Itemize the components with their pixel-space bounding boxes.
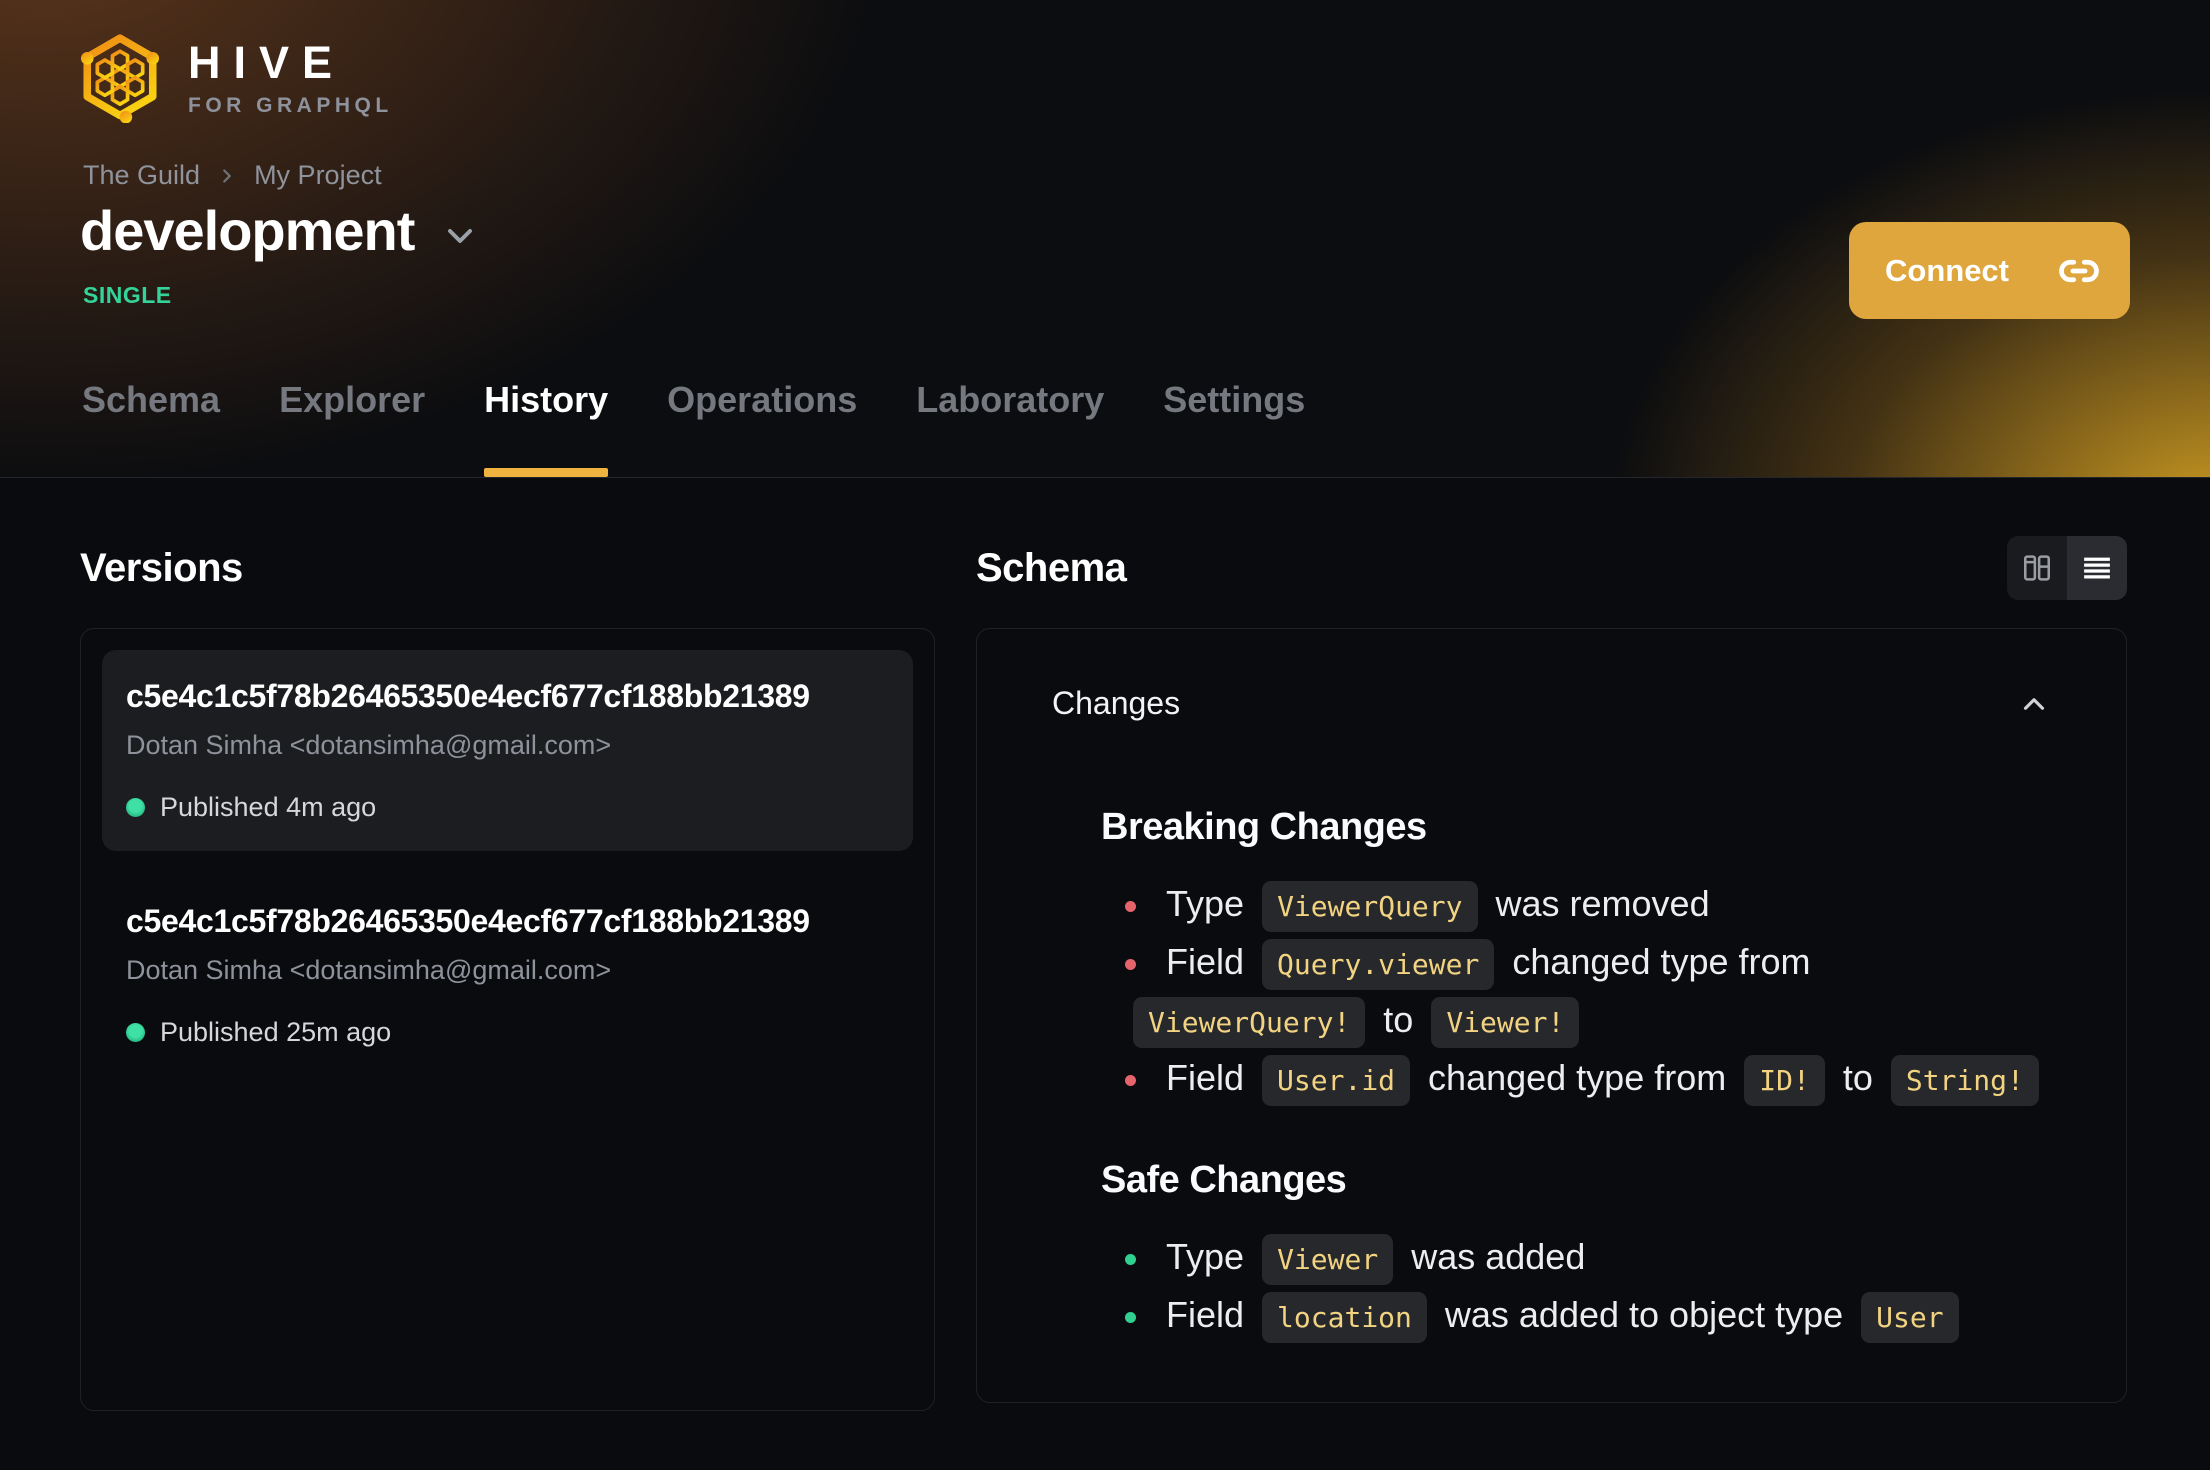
list-view-button[interactable] — [2067, 536, 2127, 600]
tab-explorer[interactable]: Explorer — [279, 379, 425, 477]
change-item: Field location was added to object type … — [1125, 1286, 2051, 1344]
change-text: changed type from — [1418, 1057, 1737, 1098]
brand-tagline: FOR GRAPHQL — [188, 93, 393, 117]
change-text: to — [1373, 999, 1424, 1040]
code-chip: Viewer — [1262, 1234, 1394, 1285]
tab-operations[interactable]: Operations — [667, 379, 857, 477]
change-item: Field User.id changed type from ID! to S… — [1125, 1049, 2051, 1107]
list-icon — [2084, 557, 2110, 579]
safe-change-list: Type Viewer was added Field location was … — [1125, 1228, 2051, 1344]
versions-heading: Versions — [80, 545, 243, 590]
columns-view-button[interactable] — [2007, 536, 2067, 600]
connect-button-label: Connect — [1885, 252, 2009, 288]
versions-column: Versions c5e4c1c5f78b26465350e4ecf677cf1… — [80, 536, 935, 1411]
connect-button[interactable]: Connect — [1849, 222, 2130, 319]
schema-view-toggle — [2007, 536, 2127, 600]
changes-section-heading: Safe Changes — [1101, 1159, 1347, 1201]
schema-changes-card: Changes Breaking Changes Type ViewerQuery… — [976, 628, 2127, 1403]
code-chip: User — [1861, 1292, 1959, 1343]
published-status-dot-icon — [126, 1023, 145, 1042]
hive-history-page: HIVE FOR GRAPHQL The Guild My Project de… — [0, 0, 2210, 1470]
hive-logotype: HIVE FOR GRAPHQL — [188, 40, 393, 118]
version-status-label: Published 25m ago — [160, 1017, 392, 1047]
target-mode-badge: SINGLE — [83, 282, 172, 308]
changes-sections: Breaking Changes Type ViewerQuery was rem… — [1052, 806, 2051, 1344]
changes-title: Changes — [1052, 685, 1181, 721]
change-text: to — [1832, 1057, 1883, 1098]
link-icon — [2058, 250, 2100, 292]
breaking-bullet-icon — [1125, 901, 1136, 912]
version-hash: c5e4c1c5f78b26465350e4ecf677cf188bb21389 — [126, 903, 810, 939]
code-chip: User.id — [1262, 1055, 1411, 1106]
code-chip: String! — [1890, 1055, 2039, 1106]
chevron-right-icon — [216, 165, 238, 187]
code-chip: Viewer! — [1431, 997, 1580, 1048]
hive-logo-icon — [80, 34, 160, 123]
version-author: Dotan Simha <dotansimha@gmail.com> — [126, 730, 612, 760]
breadcrumb-project[interactable]: My Project — [254, 160, 382, 191]
version-list-item[interactable]: c5e4c1c5f78b26465350e4ecf677cf188bb21389… — [102, 875, 913, 1076]
breadcrumb-org[interactable]: The Guild — [83, 160, 200, 191]
tab-history[interactable]: History — [484, 379, 609, 477]
change-text: Type — [1166, 1236, 1255, 1277]
change-item: Field Query.viewer changed type from Vie… — [1125, 933, 2051, 1049]
hive-logo[interactable]: HIVE FOR GRAPHQL — [78, 34, 393, 123]
schema-heading: Schema — [976, 545, 1127, 590]
change-item: Type Viewer was added — [1125, 1228, 2051, 1286]
target-tabs: Schema Explorer History Operations Laborator… — [82, 379, 1305, 477]
version-hash: c5e4c1c5f78b26465350e4ecf677cf188bb21389 — [126, 678, 810, 714]
code-chip: ViewerQuery! — [1133, 997, 1366, 1048]
breaking-bullet-icon — [1125, 959, 1136, 970]
code-chip: Query.viewer — [1262, 939, 1495, 990]
change-text: was added to object type — [1434, 1294, 1854, 1335]
chevron-up-icon[interactable] — [2017, 687, 2051, 721]
code-chip: ViewerQuery — [1262, 881, 1478, 932]
breaking-bullet-icon — [1125, 1075, 1136, 1086]
schema-column: Schema Changes Breaking Changes Type Vie… — [976, 536, 2127, 1411]
change-item: Type ViewerQuery was removed — [1125, 875, 2051, 933]
changes-section-heading: Breaking Changes — [1101, 806, 1427, 848]
version-status: Published 4m ago — [126, 792, 889, 823]
version-list-item[interactable]: c5e4c1c5f78b26465350e4ecf677cf188bb21389… — [102, 650, 913, 851]
tab-laboratory[interactable]: Laboratory — [916, 379, 1104, 477]
tab-settings[interactable]: Settings — [1163, 379, 1305, 477]
change-text: was removed — [1485, 883, 1710, 924]
safe-bullet-icon — [1125, 1254, 1136, 1265]
change-text: Field — [1166, 1294, 1255, 1335]
columns-icon — [2024, 555, 2051, 581]
brand-name: HIVE — [188, 36, 346, 88]
target-switcher-chevron-down-icon[interactable] — [440, 216, 480, 256]
version-author: Dotan Simha <dotansimha@gmail.com> — [126, 955, 612, 985]
code-chip: ID! — [1744, 1055, 1825, 1106]
change-text: Field — [1166, 1057, 1255, 1098]
change-text: changed type from — [1502, 941, 1811, 982]
versions-list: c5e4c1c5f78b26465350e4ecf677cf188bb21389… — [80, 628, 935, 1411]
version-status-label: Published 4m ago — [160, 792, 377, 822]
breaking-change-list: Type ViewerQuery was removed Field Query.… — [1125, 875, 2051, 1107]
safe-bullet-icon — [1125, 1312, 1136, 1323]
changes-collapse-header[interactable]: Changes — [1052, 685, 2051, 722]
change-text: Field — [1166, 941, 1255, 982]
change-text: was added — [1401, 1236, 1586, 1277]
version-status: Published 25m ago — [126, 1017, 889, 1048]
target-title-row: development — [80, 198, 480, 263]
main-content: Versions c5e4c1c5f78b26465350e4ecf677cf1… — [0, 478, 2210, 1411]
code-chip: location — [1262, 1292, 1427, 1343]
tab-schema[interactable]: Schema — [82, 379, 220, 477]
change-text: Type — [1166, 883, 1255, 924]
breadcrumb: The Guild My Project — [83, 160, 382, 191]
page-header: HIVE FOR GRAPHQL The Guild My Project de… — [0, 0, 2210, 478]
page-title: development — [80, 199, 415, 262]
published-status-dot-icon — [126, 798, 145, 817]
